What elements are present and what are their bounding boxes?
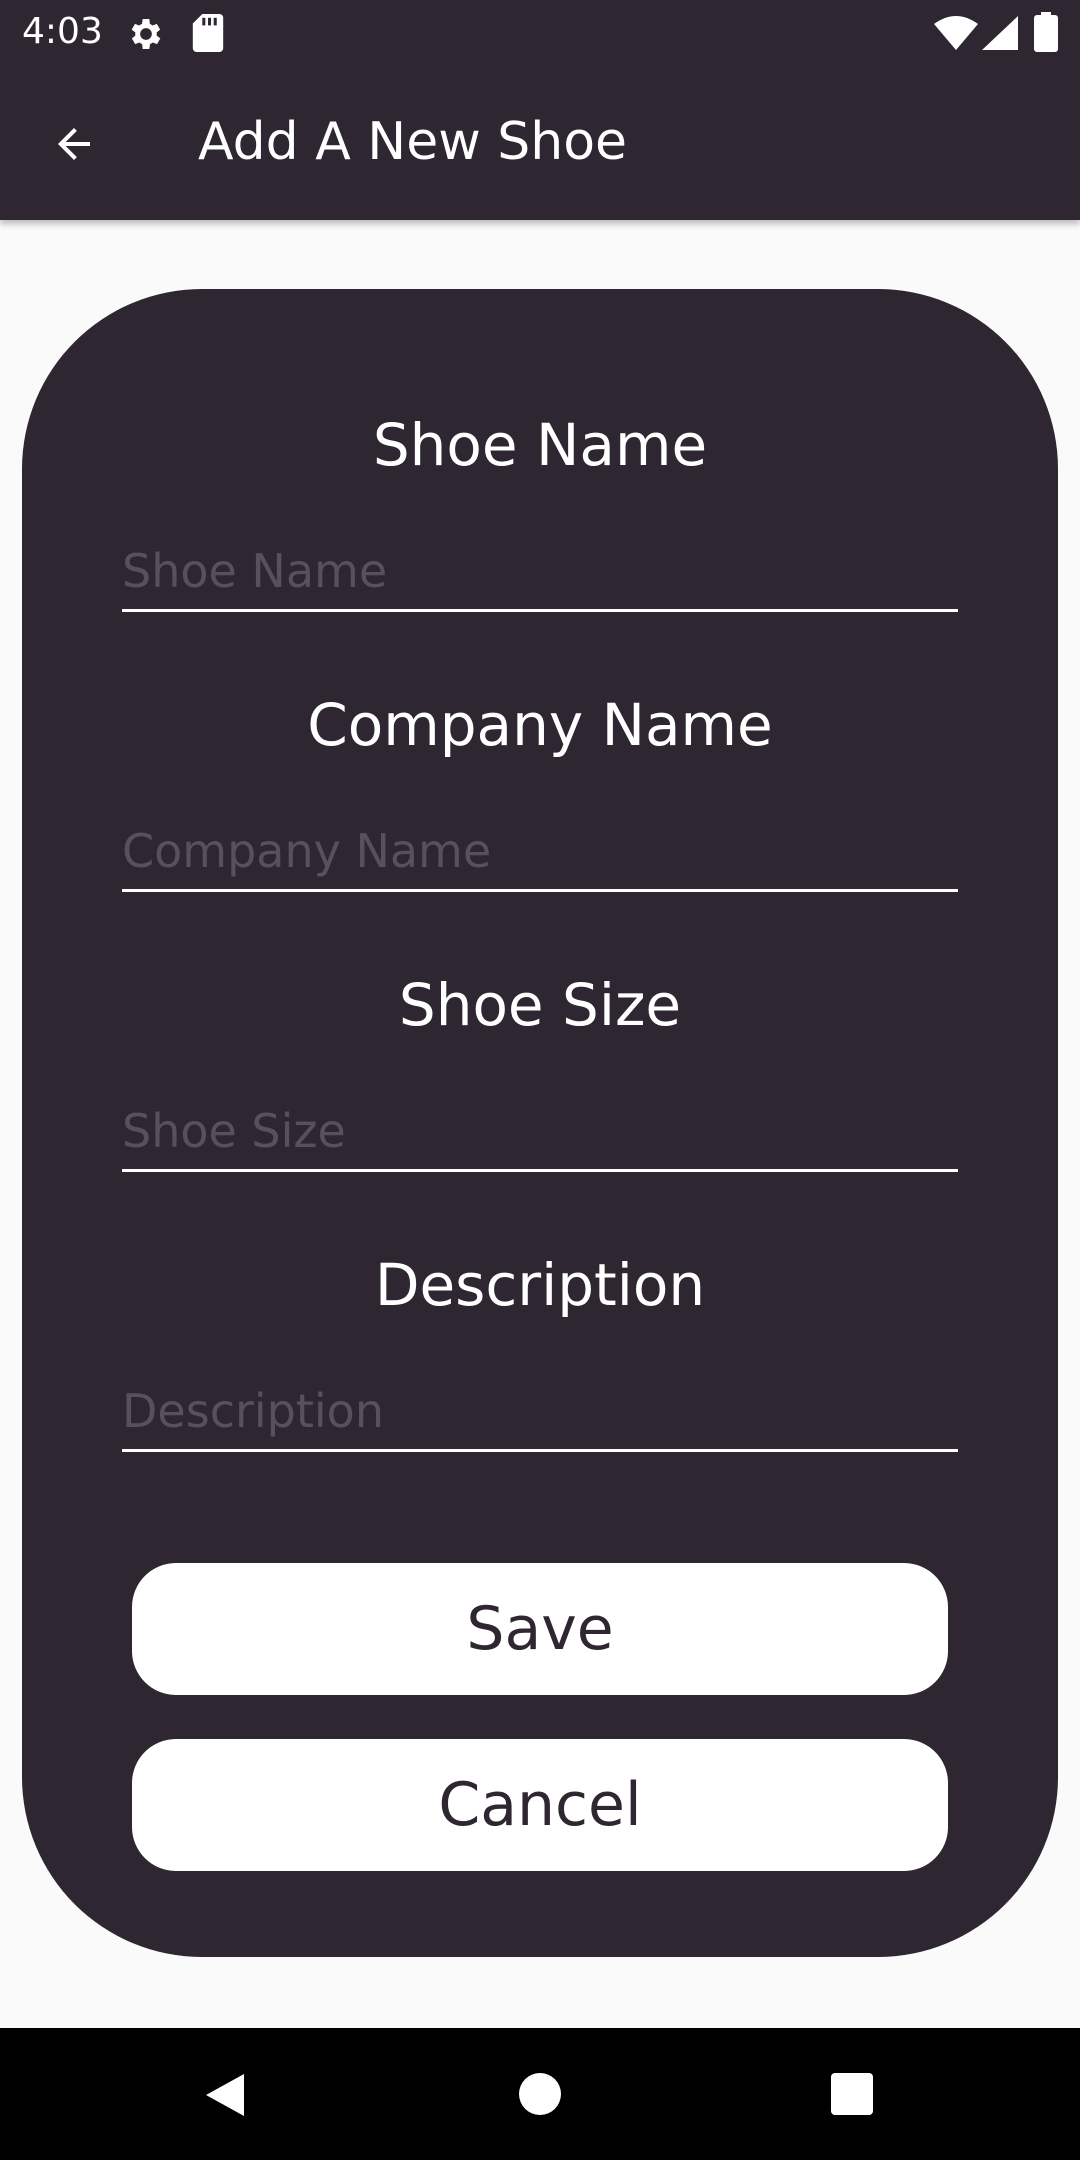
page-title: Add A New Shoe (198, 112, 628, 172)
save-button[interactable]: Save (132, 1563, 948, 1695)
status-bar: 4:03 (0, 0, 1080, 66)
arrow-back-icon (58, 128, 90, 160)
battery-icon (1034, 12, 1058, 52)
shoe-form-card: Shoe Name Company Name Shoe Size Descrip… (22, 289, 1058, 1957)
shoe-name-label: Shoe Name (372, 411, 708, 479)
home-circle-icon[interactable] (518, 2072, 562, 2116)
app-bar: Add A New Shoe (0, 66, 1080, 220)
back-triangle-icon[interactable] (200, 2070, 250, 2120)
wifi-icon (934, 16, 978, 50)
shoe-size-input[interactable] (122, 1092, 958, 1172)
description-input[interactable] (122, 1372, 958, 1452)
description-label: Description (374, 1251, 706, 1319)
gear-icon (131, 19, 161, 49)
recents-square-icon[interactable] (830, 2072, 874, 2116)
shoe-name-input[interactable] (122, 532, 958, 612)
status-time: 4:03 (22, 11, 103, 52)
navigation-bar (0, 2028, 1080, 2160)
company-name-input[interactable] (122, 812, 958, 892)
shoe-size-label: Shoe Size (398, 971, 682, 1039)
sd-card-icon (192, 14, 224, 52)
signal-icon (982, 16, 1018, 50)
cancel-button[interactable]: Cancel (132, 1739, 948, 1871)
back-button[interactable] (36, 106, 112, 182)
company-name-label: Company Name (307, 691, 773, 759)
